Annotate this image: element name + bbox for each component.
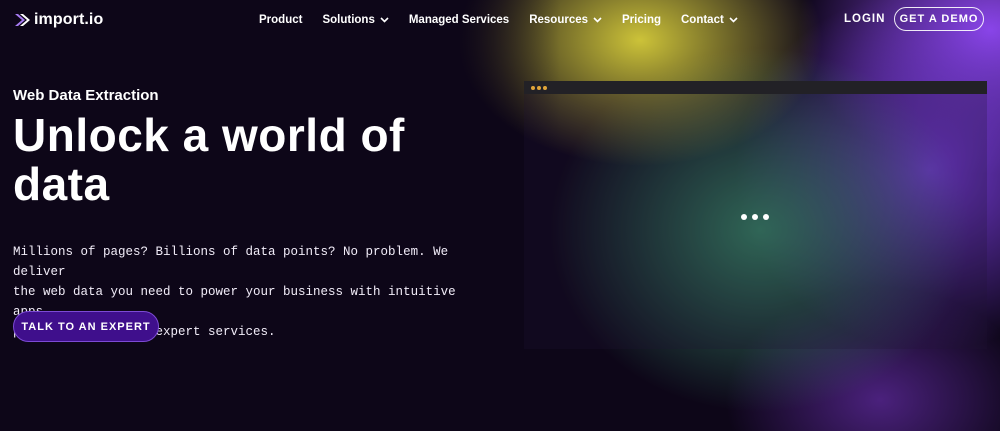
- hero-title-line-2: data: [13, 158, 110, 210]
- hero-title: Unlock a world of data: [13, 111, 513, 209]
- chevron-down-icon: [380, 17, 389, 23]
- nav-item-label: Resources: [529, 14, 589, 26]
- chevron-down-icon: [593, 17, 602, 23]
- window-dot-icon: [537, 86, 541, 90]
- nav-item-contact[interactable]: Contact: [681, 14, 738, 26]
- nav-item-solutions[interactable]: Solutions: [322, 14, 389, 26]
- top-navigation-bar: import.io Product Solutions Managed Serv…: [0, 0, 1000, 40]
- window-dot-icon: [531, 86, 535, 90]
- preview-window: [524, 81, 987, 349]
- get-a-demo-button[interactable]: GET A DEMO: [894, 7, 984, 31]
- talk-to-an-expert-button[interactable]: TALK TO AN EXPERT: [13, 311, 159, 342]
- hero-eyebrow: Web Data Extraction: [13, 87, 159, 104]
- get-a-demo-label: GET A DEMO: [899, 13, 979, 25]
- hero-section: Web Data Extraction Unlock a world of da…: [13, 86, 513, 209]
- nav-item-label: Product: [259, 14, 303, 26]
- window-dot-icon: [543, 86, 547, 90]
- nav-item-label: Pricing: [622, 14, 661, 26]
- loading-dots-icon: [741, 214, 769, 220]
- chevron-down-icon: [729, 17, 738, 23]
- hero-description-line-1: Millions of pages? Billions of data poin…: [13, 245, 449, 279]
- nav-item-managed-services[interactable]: Managed Services: [409, 14, 509, 26]
- brand-logo[interactable]: import.io: [14, 10, 103, 30]
- nav-item-label: Managed Services: [408, 14, 510, 26]
- chevron-logo-icon: [15, 14, 30, 26]
- nav-item-resources[interactable]: Resources: [529, 14, 602, 26]
- nav-item-label: Solutions: [322, 14, 375, 26]
- loader-dot: [763, 214, 769, 220]
- brand-name: import.io: [34, 11, 104, 28]
- nav-item-product[interactable]: Product: [259, 14, 302, 26]
- talk-to-an-expert-label: TALK TO AN EXPERT: [21, 320, 151, 333]
- main-nav: Product Solutions Managed Services Resou…: [259, 12, 758, 28]
- nav-item-label: Contact: [681, 14, 724, 26]
- loader-dot: [752, 214, 758, 220]
- window-title-bar: [524, 81, 987, 94]
- hero-title-line-1: Unlock a world of: [13, 109, 405, 161]
- login-link[interactable]: LOGIN: [844, 13, 885, 25]
- loader-dot: [741, 214, 747, 220]
- nav-item-pricing[interactable]: Pricing: [622, 14, 661, 26]
- background-shade: [0, 0, 560, 431]
